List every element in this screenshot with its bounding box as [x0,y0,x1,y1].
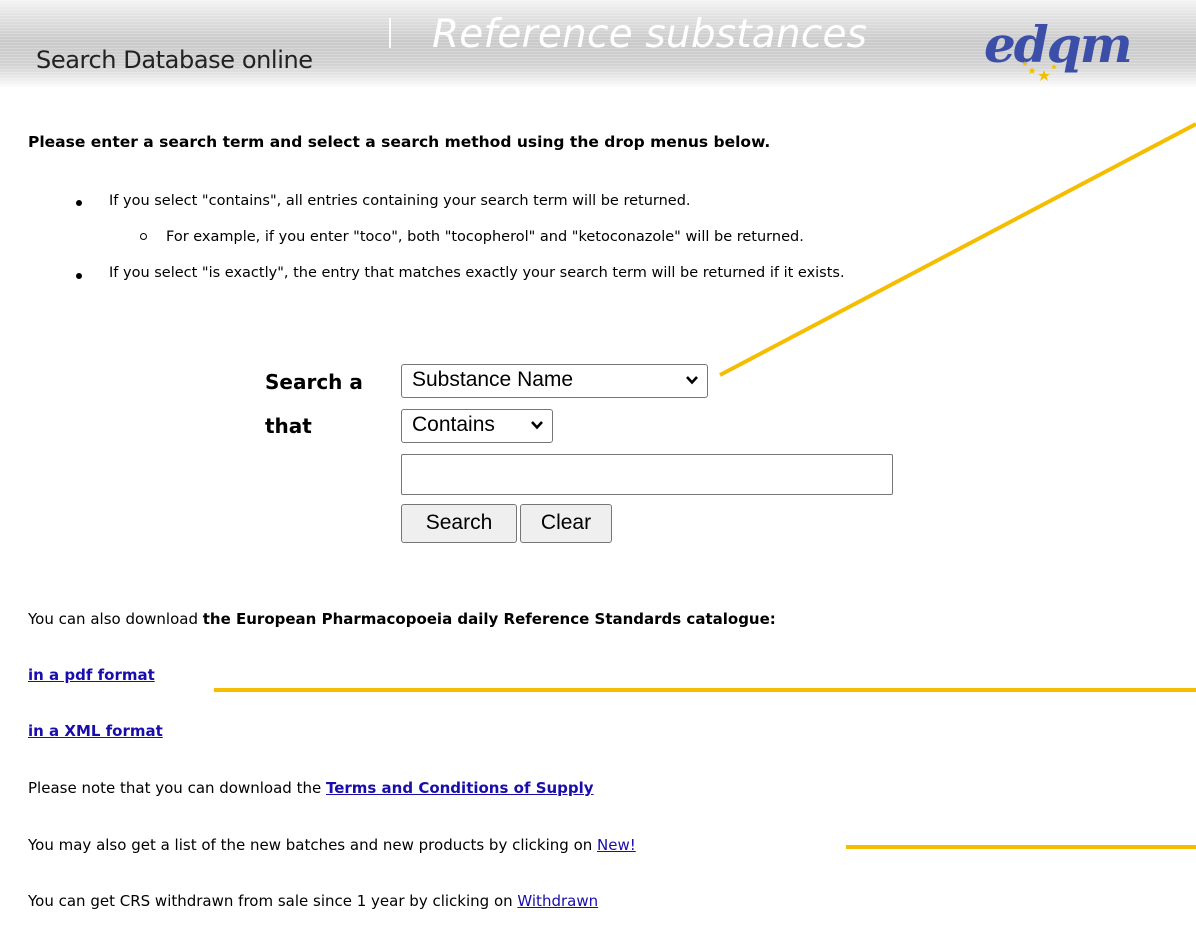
search-field-select-value: Substance Name [412,368,574,391]
intro-text: Please enter a search term and select a … [28,133,771,151]
terms-text: Please note that you can download the Te… [28,779,594,797]
bullet-contains: If you select "contains", all entries co… [109,193,691,209]
withdrawn-text: You can get CRS withdrawn from sale sinc… [28,892,598,910]
annotation-line [719,122,1196,377]
bullet-dot [76,200,82,206]
search-method-select-value: Contains [412,413,495,436]
withdrawn-prefix: You can get CRS withdrawn from sale sinc… [28,892,518,910]
search-field-select[interactable]: Substance Name [401,364,708,398]
edqm-logo: edqm [984,15,1133,81]
xml-format-link[interactable]: in a XML format [28,722,163,740]
bullet-example: For example, if you enter "toco", both "… [166,229,804,245]
pdf-format-link[interactable]: in a pdf format [28,666,155,684]
bullet-circle [140,233,147,240]
download-catalogue-text: You can also download the European Pharm… [28,610,776,628]
new-items-text: You may also get a list of the new batch… [28,836,636,854]
clear-button[interactable]: Clear [520,504,612,543]
bullet-dot [76,273,82,279]
search-button[interactable]: Search [401,504,517,543]
terms-prefix: Please note that you can download the [28,779,326,797]
download-prefix: You can also download [28,610,203,628]
new-items-prefix: You may also get a list of the new batch… [28,836,598,854]
withdrawn-link[interactable]: Withdrawn [517,892,598,910]
search-method-select[interactable]: Contains [401,409,553,443]
pdf-link-row: in a pdf format [28,666,155,684]
that-label: that [265,414,312,438]
xml-link-row: in a XML format [28,722,163,740]
banner-title: Search Database online [36,46,313,74]
bullet-exactly: If you select "is exactly", the entry th… [109,265,845,281]
search-a-label: Search a [265,370,363,394]
search-term-input[interactable] [401,454,893,495]
new-items-link[interactable]: New! [597,836,636,854]
terms-and-conditions-link[interactable]: Terms and Conditions of Supply [326,779,594,797]
chevron-down-icon [531,421,543,430]
edqm-logo-text: edqm [984,15,1131,74]
banner-separator [389,18,391,48]
chevron-down-icon [686,376,698,385]
download-catalogue-title: the European Pharmacopoeia daily Referen… [202,610,776,628]
page-banner: Search Database online Reference substan… [0,0,1196,88]
banner-subtitle: Reference substances [432,12,868,57]
